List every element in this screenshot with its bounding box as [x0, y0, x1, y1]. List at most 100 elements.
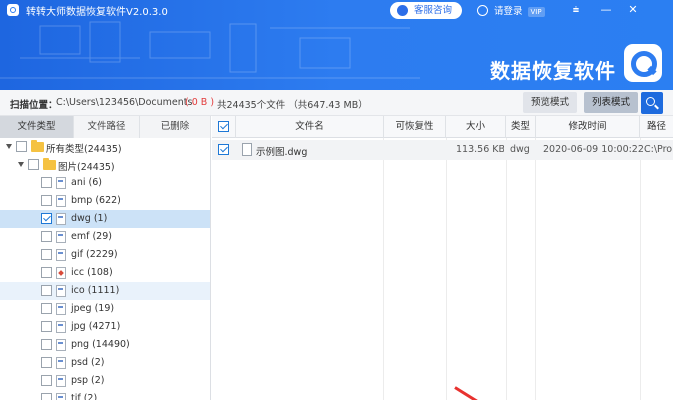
tree-item-label: png (14490): [71, 339, 130, 350]
tree-item-label: ani (6): [71, 177, 102, 188]
table-row[interactable]: 示例图.dwg 113.56 KB dwg 2020-06-09 10:00:2…: [212, 140, 673, 160]
tree-checkbox[interactable]: [41, 303, 52, 314]
customer-service-button[interactable]: 客服咨询: [390, 2, 462, 19]
scan-file-count: 共24435个文件 （共647.43 MB）: [217, 100, 368, 111]
expand-arrow-icon[interactable]: [18, 162, 24, 167]
tree-item-label: 图片(24435): [58, 162, 115, 173]
file-type: dwg: [510, 144, 530, 155]
tree-item-label: dwg (1): [71, 213, 108, 224]
tree-item[interactable]: gif (2229): [0, 246, 210, 264]
column-recoverability[interactable]: 可恢复性: [384, 116, 446, 138]
tree-checkbox[interactable]: [41, 321, 52, 332]
tree-item-label: psp (2): [71, 375, 105, 386]
scan-selected-size: ( 0 B ): [185, 97, 215, 108]
file-type-icon: [56, 249, 66, 261]
tree-item-label: jpeg (19): [71, 303, 115, 314]
tree-checkbox[interactable]: [41, 339, 52, 350]
tree-checkbox[interactable]: [41, 213, 52, 224]
tree-checkbox[interactable]: [41, 231, 52, 242]
file-type-icon: [56, 357, 66, 369]
select-all-checkbox[interactable]: [218, 121, 229, 132]
scan-location-label: 扫描位置：: [10, 100, 58, 111]
file-size: 113.56 KB: [456, 144, 504, 155]
minimize-icon[interactable]: —: [598, 2, 614, 18]
tree-item-label: ico (1111): [71, 285, 120, 296]
tree-checkbox[interactable]: [41, 267, 52, 278]
tree-item[interactable]: icc (108): [0, 264, 210, 282]
tree-checkbox[interactable]: [41, 177, 52, 188]
close-icon[interactable]: ✕: [625, 2, 641, 18]
chat-icon: [397, 5, 408, 16]
column-name[interactable]: 文件名: [236, 116, 384, 138]
file-path: C:\Pro: [644, 144, 673, 155]
tree-item-label: jpg (4271): [71, 321, 121, 332]
file-type-icon: [56, 231, 66, 243]
tree-checkbox[interactable]: [41, 357, 52, 368]
user-icon: [477, 5, 488, 16]
tree-checkbox[interactable]: [41, 375, 52, 386]
tree-item-label: gif (2229): [71, 249, 118, 260]
header-decoration: [0, 21, 420, 79]
column-size[interactable]: 大小: [446, 116, 506, 138]
list-mode-button[interactable]: 列表模式: [584, 92, 638, 113]
search-button[interactable]: [641, 92, 663, 114]
tree-checkbox[interactable]: [41, 195, 52, 206]
column-modified[interactable]: 修改时间: [536, 116, 640, 138]
tree-item[interactable]: png (14490): [0, 336, 210, 354]
file-type-icon: [56, 213, 66, 225]
file-type-icon: [56, 393, 66, 400]
tree-item-label: icc (108): [71, 267, 113, 278]
tree-checkbox[interactable]: [41, 285, 52, 296]
login-label: 请登录: [494, 6, 523, 17]
brand-logo-icon: [624, 44, 662, 82]
tree-item[interactable]: jpeg (19): [0, 300, 210, 318]
folder-icon: [43, 158, 56, 170]
app-header: 转转大师数据恢复软件V2.0.3.0 客服咨询 请登录 VIP ⩧ — ✕ 数据恢…: [0, 0, 673, 90]
tree-item[interactable]: dwg (1): [0, 210, 210, 228]
tab-file-type[interactable]: 文件类型: [0, 116, 74, 138]
file-type-icon: [56, 339, 66, 351]
tree-item[interactable]: jpg (4271): [0, 318, 210, 336]
tree-item[interactable]: 图片(24435): [0, 156, 210, 174]
preview-mode-button[interactable]: 预览模式: [523, 92, 577, 113]
tab-file-path[interactable]: 文件路径: [74, 116, 140, 138]
tree-item-label: psd (2): [71, 357, 105, 368]
file-type-icon: [56, 177, 66, 189]
file-table-header: 文件名 可恢复性 大小 类型 修改时间 路径: [212, 116, 673, 138]
expand-arrow-icon[interactable]: [6, 144, 12, 149]
tree-item[interactable]: psd (2): [0, 354, 210, 372]
scan-location-path: C:\Users\123456\Documents: [56, 97, 193, 108]
file-type-icon: [56, 285, 66, 297]
login-button[interactable]: 请登录 VIP: [477, 3, 545, 17]
tree-checkbox[interactable]: [41, 393, 52, 400]
tree-item[interactable]: ico (1111): [0, 282, 210, 300]
tree-item[interactable]: psp (2): [0, 372, 210, 390]
row-checkbox[interactable]: [218, 144, 229, 155]
column-path[interactable]: 路径: [640, 116, 673, 138]
file-icon: [242, 143, 252, 156]
tree-item[interactable]: tif (2): [0, 390, 210, 400]
tree-checkbox[interactable]: [16, 141, 27, 152]
file-type-icon: [56, 303, 66, 315]
tree-checkbox[interactable]: [28, 159, 39, 170]
file-type-tree: 所有类型(24435) 图片(24435) ani (6) bmp (622) dwg …: [0, 138, 211, 400]
tree-item-label: tif (2): [71, 393, 98, 400]
app-logo-icon: [7, 4, 19, 16]
tree-checkbox[interactable]: [41, 249, 52, 260]
tree-item[interactable]: ani (6): [0, 174, 210, 192]
tree-item[interactable]: 所有类型(24435): [0, 138, 210, 156]
file-type-icon: [56, 375, 66, 387]
left-tabs: 文件类型 文件路径 已删除: [0, 116, 211, 138]
tree-item[interactable]: bmp (622): [0, 192, 210, 210]
column-type[interactable]: 类型: [506, 116, 536, 138]
select-all-cell[interactable]: [212, 116, 236, 138]
brand-title: 数据恢复软件: [490, 59, 616, 83]
menu-icon[interactable]: ⩧: [568, 2, 584, 18]
file-name: 示例图.dwg: [256, 147, 308, 158]
app-title: 转转大师数据恢复软件V2.0.3.0: [26, 7, 168, 18]
tab-deleted[interactable]: 已删除: [140, 116, 211, 138]
tree-item[interactable]: emf (29): [0, 228, 210, 246]
file-modified: 2020-06-09 10:00:22: [543, 144, 644, 155]
folder-icon: [31, 140, 44, 152]
tree-item-label: emf (29): [71, 231, 112, 242]
